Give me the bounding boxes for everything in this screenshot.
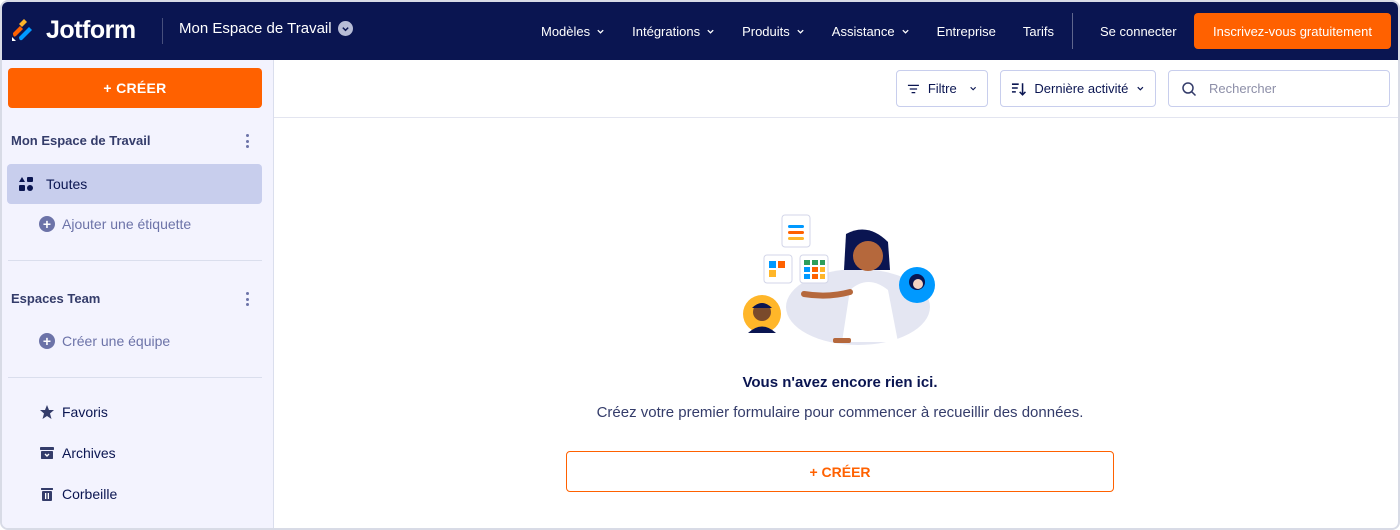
sidebar: + CRÉER Mon Espace de Travail Toutes + A… [2, 60, 274, 528]
signup-button[interactable]: Inscrivez-vous gratuitement [1194, 13, 1391, 49]
workspace-title[interactable]: Mon Espace de Travail [179, 20, 353, 37]
sidebar-item-label: Favoris [62, 404, 108, 420]
sort-label: Dernière activité [1034, 81, 1129, 96]
chevron-down-icon [969, 86, 976, 91]
filter-icon [907, 84, 919, 93]
sidebar-item-archives[interactable]: Archives [39, 445, 116, 461]
nav-item-integrations[interactable]: Intégrations [632, 24, 715, 39]
app-window: Jotform Mon Espace de Travail Modèles In… [0, 0, 1400, 530]
nav-item-label: Intégrations [632, 23, 701, 39]
nav-item-label: Assistance [831, 23, 895, 39]
sidebar-item-label: Archives [62, 445, 116, 461]
empty-state-illustration [743, 214, 935, 345]
plus-circle-icon: + [39, 333, 55, 349]
chevron-down-icon [902, 29, 909, 34]
nav-item-label: Modèles [541, 23, 591, 39]
nav-item-assistance[interactable]: Assistance [832, 24, 910, 39]
empty-state-title: Vous n'avez encore rien ici. [742, 374, 938, 391]
login-label: Se connecter [1099, 23, 1177, 39]
chevron-down-icon [597, 29, 604, 34]
plus-circle-icon: + [39, 216, 55, 232]
teams-more-icon[interactable] [244, 292, 250, 306]
sort-icon [1011, 82, 1026, 96]
workspace-title-text: Mon Espace de Travail [179, 20, 332, 37]
nav-item-label: Tarifs [1022, 23, 1054, 39]
sidebar-item-label: Toutes [46, 176, 88, 192]
sidebar-item-label: Corbeille [62, 486, 118, 502]
chevron-down-icon [1137, 86, 1144, 91]
nav-item-modeles[interactable]: Modèles [541, 24, 605, 39]
empty-state-description: Créez votre premier formulaire pour comm… [596, 404, 1084, 421]
jotform-logo-icon [12, 19, 32, 41]
add-tag-label: Ajouter une étiquette [62, 216, 192, 232]
top-navbar: Jotform Mon Espace de Travail Modèles In… [2, 2, 1398, 60]
nav-item-produits[interactable]: Produits [742, 24, 805, 39]
content-toolbar: Filtre Dernière activité [274, 60, 1398, 118]
brand-divider [162, 18, 163, 44]
empty-state-create-button[interactable]: + CRÉER [566, 451, 1114, 492]
brand-name: Jotform [46, 15, 136, 44]
sidebar-item-toutes[interactable]: Toutes [7, 164, 262, 204]
search-box[interactable] [1168, 70, 1390, 107]
chevron-down-icon[interactable] [337, 21, 353, 36]
sidebar-divider [8, 260, 262, 261]
create-team-label: Créer une équipe [62, 333, 171, 349]
chevron-down-icon [797, 29, 804, 34]
nav-item-label: Produits [742, 23, 790, 39]
nav-item-entreprise[interactable]: Entreprise [937, 24, 996, 39]
filter-label: Filtre [927, 81, 957, 96]
chevron-down-icon [707, 29, 714, 34]
search-icon [1182, 81, 1197, 96]
add-tag-button[interactable]: + Ajouter une étiquette [39, 216, 191, 232]
star-icon [40, 405, 54, 419]
jotform-logo[interactable]: Jotform [10, 14, 136, 46]
archive-icon [40, 447, 54, 459]
sidebar-item-corbeille[interactable]: Corbeille [39, 486, 117, 502]
nav-item-label: Entreprise [936, 23, 996, 39]
nav-divider [1071, 13, 1073, 49]
create-team-button[interactable]: + Créer une équipe [39, 333, 170, 349]
nav-links: Modèles Intégrations Produits Assistance… [541, 2, 1204, 60]
login-link[interactable]: Se connecter [1100, 24, 1177, 39]
workspace-more-icon[interactable] [244, 134, 250, 148]
sidebar-item-favoris[interactable]: Favoris [39, 404, 108, 420]
trash-icon [41, 488, 53, 501]
workspace-section-title: Mon Espace de Travail [11, 133, 151, 148]
nav-item-tarifs[interactable]: Tarifs [1023, 24, 1054, 39]
sort-button[interactable]: Dernière activité [1000, 70, 1156, 107]
sidebar-divider [8, 377, 262, 378]
teams-section-title: Espaces Team [11, 291, 101, 306]
grid-icon [19, 177, 33, 191]
filter-button[interactable]: Filtre [896, 70, 988, 107]
create-button[interactable]: + CRÉER [8, 68, 262, 108]
search-input[interactable] [1209, 81, 1379, 96]
